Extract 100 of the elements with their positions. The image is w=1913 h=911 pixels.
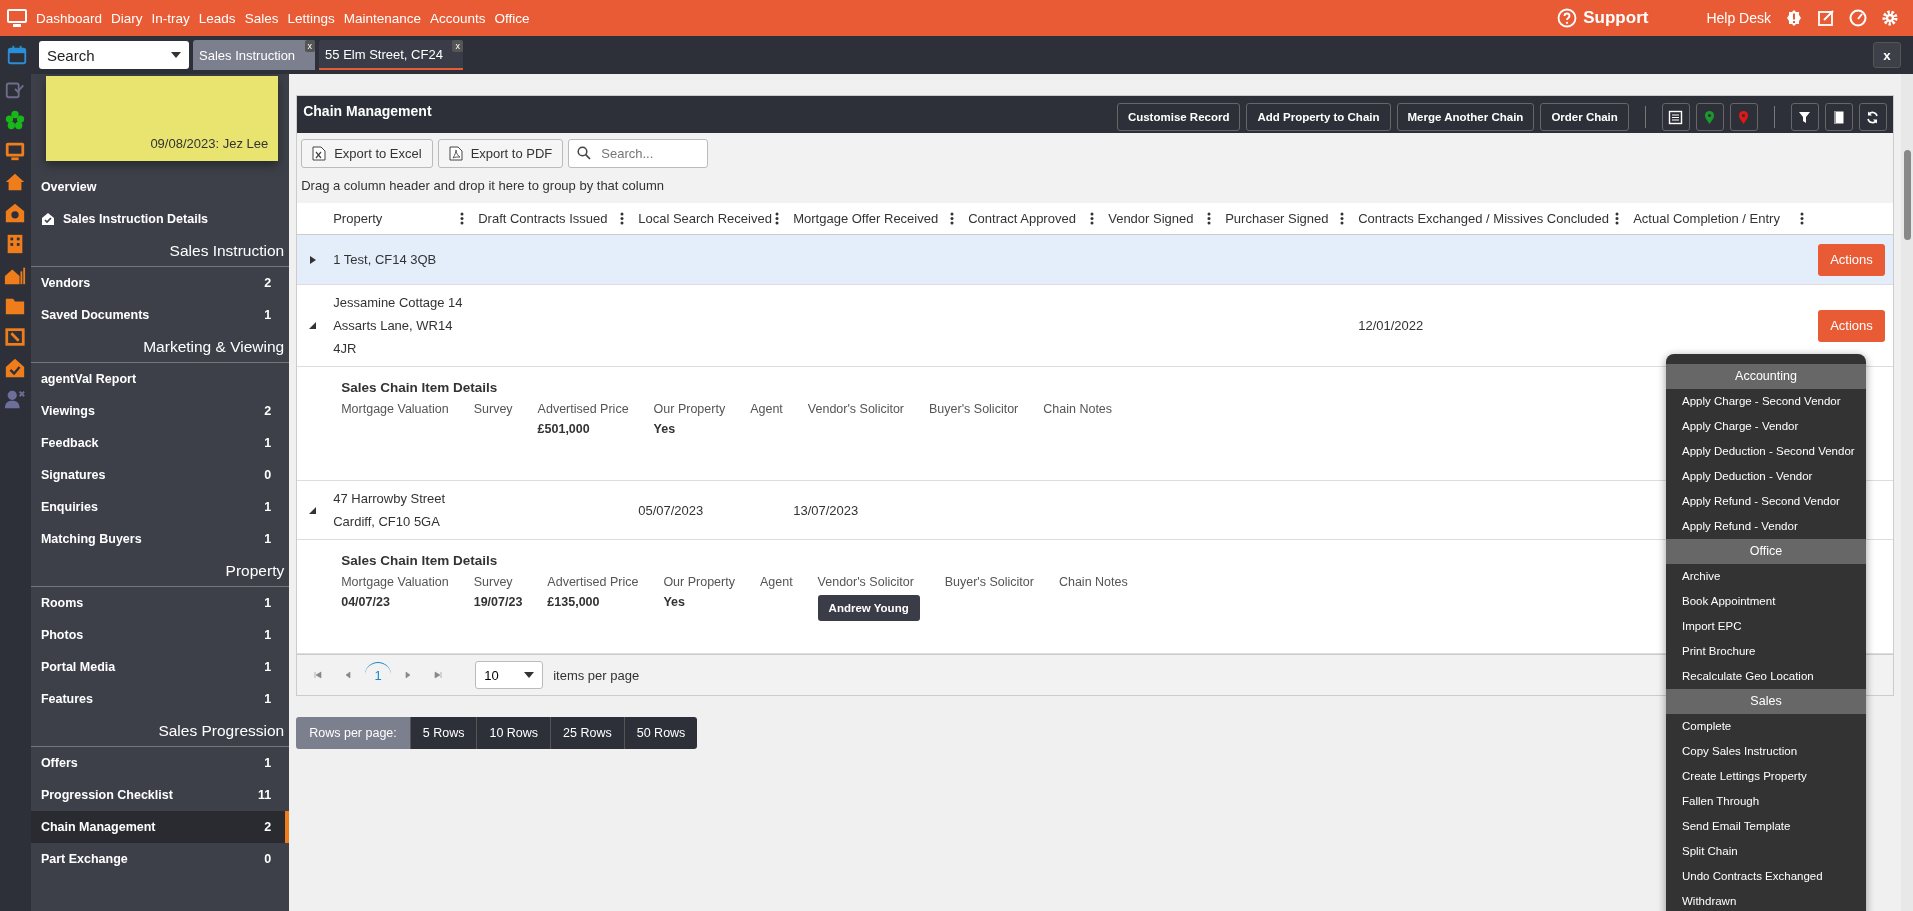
sidebar-item[interactable]: Enquiries 1 xyxy=(30,491,290,523)
house-check-icon[interactable] xyxy=(4,357,27,379)
menu-item[interactable]: Send Email Template xyxy=(1682,814,1791,839)
sidebar-item[interactable]: Signatures 0 xyxy=(30,459,290,491)
menu-item[interactable]: Archive xyxy=(1682,564,1721,589)
flower-icon[interactable] xyxy=(4,109,27,131)
sidebar-item[interactable]: Features 1 xyxy=(30,683,290,715)
menu-item[interactable]: Apply Deduction - Second Vendor xyxy=(1682,439,1855,464)
menu-item[interactable]: Apply Refund - Second Vendor xyxy=(1682,489,1840,514)
header-button[interactable]: Order Chain xyxy=(1540,103,1629,131)
close-button[interactable]: x xyxy=(1873,42,1901,68)
refresh-button[interactable] xyxy=(1858,103,1887,131)
scrollbar[interactable] xyxy=(1900,74,1913,911)
menu-item[interactable]: Book Appointment xyxy=(1682,589,1776,614)
items-per-page-label: items per page xyxy=(553,667,640,683)
swap-icon[interactable] xyxy=(4,326,27,348)
gauge-icon[interactable] xyxy=(1849,9,1867,27)
rows-option-button[interactable]: 50 Rows xyxy=(623,717,698,749)
export-button[interactable]: Export to Excel xyxy=(301,139,433,168)
column-menu-icon[interactable] xyxy=(620,212,625,225)
rows-option-button[interactable]: 10 Rows xyxy=(476,717,551,749)
sidebar-item[interactable]: Offers 1 xyxy=(30,747,290,779)
map-pin-button[interactable] xyxy=(1695,103,1724,131)
menu-item[interactable]: Undo Contracts Exchanged xyxy=(1682,864,1823,889)
column-header[interactable]: Contract Approved xyxy=(968,211,1076,226)
column-menu-icon[interactable] xyxy=(1090,212,1095,225)
house-gear-icon[interactable] xyxy=(4,202,27,224)
sidebar-item[interactable]: Vendors 2 xyxy=(30,267,290,299)
rows-option-button[interactable]: 25 Rows xyxy=(550,717,624,749)
menu-item[interactable]: Import EPC xyxy=(1682,614,1742,639)
expand-caret-icon[interactable] xyxy=(309,256,318,264)
edit-icon[interactable] xyxy=(1817,9,1835,27)
menu-item[interactable]: Recalculate Geo Location xyxy=(1682,664,1814,689)
menu-item[interactable]: Apply Charge - Second Vendor xyxy=(1682,389,1841,414)
menu-item[interactable]: Split Chain xyxy=(1682,839,1738,864)
column-menu-icon[interactable] xyxy=(1340,212,1345,225)
settings-icon[interactable] xyxy=(1881,9,1899,27)
tab-close-button[interactable]: x xyxy=(304,40,316,52)
filter-button[interactable] xyxy=(1790,103,1819,131)
export-button[interactable]: Export to PDF xyxy=(437,139,564,168)
sidebar-item[interactable]: Saved Documents 1 xyxy=(30,299,290,331)
alert-icon[interactable] xyxy=(1785,9,1803,27)
header-button[interactable]: Merge Another Chain xyxy=(1396,103,1535,131)
menu-item[interactable]: Apply Refund - Vendor xyxy=(1682,514,1798,539)
sidebar-item[interactable]: Matching Buyers 1 xyxy=(30,523,290,555)
collapse-caret-icon[interactable] xyxy=(309,506,318,515)
sidebar-item[interactable]: Photos 1 xyxy=(30,619,290,651)
tab[interactable]: 55 Elm Street, CF24 x xyxy=(319,40,463,70)
column-menu-icon[interactable] xyxy=(1800,212,1805,225)
column-header[interactable]: Actual Completion / Entry xyxy=(1633,211,1780,226)
rows-option-button[interactable]: 5 Rows xyxy=(409,717,477,749)
column-menu-icon[interactable] xyxy=(950,212,955,225)
collapse-caret-icon[interactable] xyxy=(309,322,318,330)
header-button[interactable]: Customise Record xyxy=(1116,103,1241,131)
sidebar-item[interactable]: Viewings 2 xyxy=(30,395,290,427)
sidebar-item[interactable]: Portal Media 1 xyxy=(30,651,290,683)
sidebar-item[interactable]: Progression Checklist 11 xyxy=(30,779,290,811)
sidebar-link[interactable]: Sales Instruction Details xyxy=(62,212,209,226)
column-menu-icon[interactable] xyxy=(460,212,465,225)
monitor-icon[interactable] xyxy=(4,140,27,162)
sidebar-link[interactable]: agentVal Report xyxy=(30,363,290,395)
sidebar-item[interactable]: Feedback 1 xyxy=(30,427,290,459)
header-button[interactable]: Add Property to Chain xyxy=(1246,103,1391,131)
menu-item[interactable]: Apply Charge - Vendor xyxy=(1682,414,1799,439)
tab-close-button[interactable]: x xyxy=(452,40,463,52)
column-header[interactable]: Mortgage Offer Received xyxy=(793,211,939,226)
user-tools-icon[interactable] xyxy=(4,388,27,410)
tab[interactable]: Sales Instruction x xyxy=(193,40,316,70)
column-header[interactable]: Purchaser Signed xyxy=(1225,211,1329,226)
scrollbar-thumb[interactable] xyxy=(1903,150,1911,240)
column-header[interactable]: Contracts Exchanged / Missives Concluded xyxy=(1358,211,1609,226)
table-row[interactable]: 1 Test, CF14 3QB Actions xyxy=(297,235,1893,285)
house-icon[interactable] xyxy=(4,171,27,193)
menu-item[interactable]: Create Lettings Property xyxy=(1682,764,1807,789)
list-view-button[interactable] xyxy=(1661,103,1690,131)
page-size-dropdown[interactable]: 10 xyxy=(475,661,544,689)
menu-item[interactable]: Complete xyxy=(1682,714,1732,739)
menu-item[interactable]: Fallen Through xyxy=(1682,789,1760,814)
column-menu-icon[interactable] xyxy=(1207,212,1212,225)
calendar-icon[interactable] xyxy=(5,44,28,66)
book-button[interactable] xyxy=(1824,103,1853,131)
sidebar-item[interactable]: Chain Management 2 xyxy=(30,811,290,843)
search-dropdown[interactable]: Search xyxy=(39,41,189,69)
menu-item[interactable]: Print Brochure xyxy=(1682,639,1756,664)
sidebar-item[interactable]: Part Exchange 0 xyxy=(30,843,290,875)
monitor-logo-icon[interactable] xyxy=(6,7,28,29)
column-header[interactable]: Property xyxy=(333,211,383,226)
search-field[interactable]: Search... xyxy=(568,139,709,168)
column-header[interactable]: Local Search Received xyxy=(638,211,772,226)
solicitor-button[interactable]: Andrew Young xyxy=(817,595,920,621)
column-header[interactable]: Vendor Signed xyxy=(1108,211,1194,226)
sidebar-item[interactable]: Rooms 1 xyxy=(30,587,290,619)
menu-item[interactable]: Withdrawn xyxy=(1682,889,1737,911)
column-menu-icon[interactable] xyxy=(775,212,780,225)
menu-item[interactable]: Copy Sales Instruction xyxy=(1682,739,1798,764)
page-button[interactable]: 1 xyxy=(365,662,392,688)
column-menu-icon[interactable] xyxy=(1615,212,1620,225)
map-pin-button[interactable] xyxy=(1729,103,1758,131)
sidebar-link[interactable]: Overview xyxy=(30,171,290,203)
column-header[interactable]: Draft Contracts Issued xyxy=(478,211,608,226)
